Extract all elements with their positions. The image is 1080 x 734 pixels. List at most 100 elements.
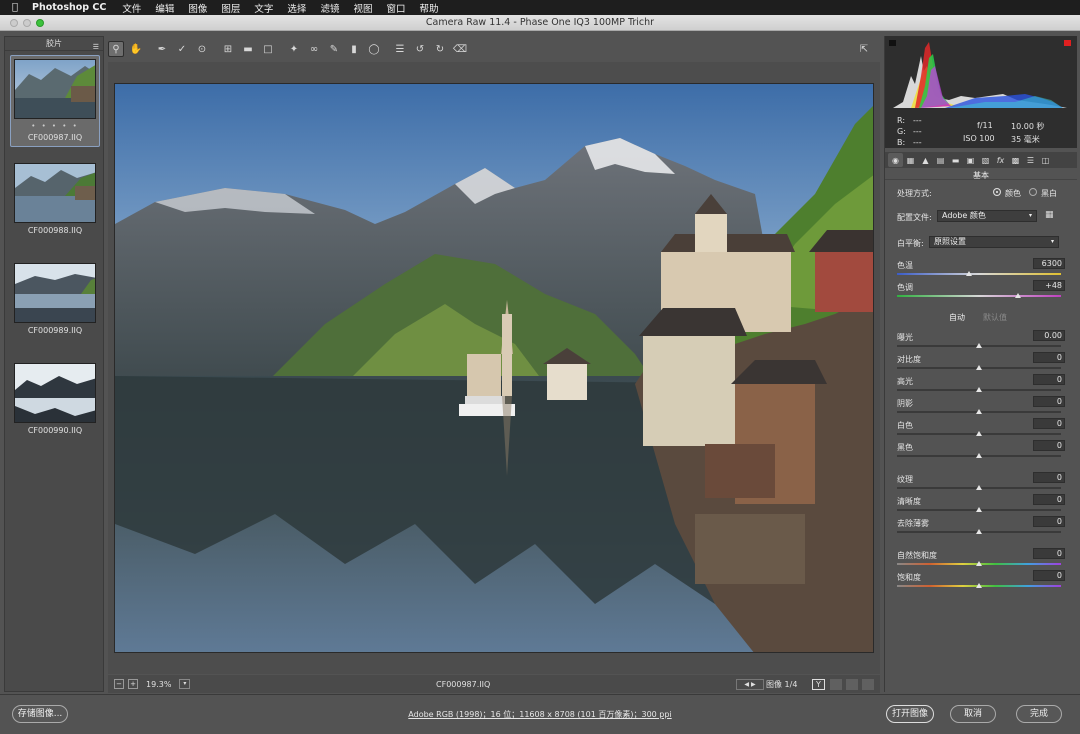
slider-track[interactable] xyxy=(897,583,1061,588)
fullscreen-icon[interactable]: ⇱ xyxy=(856,41,872,57)
slider-knob[interactable] xyxy=(976,583,982,588)
menu-select[interactable]: 选择 xyxy=(287,1,306,15)
zoom-out-button[interactable]: − xyxy=(114,679,124,689)
slider-track[interactable] xyxy=(897,343,1061,348)
prev-next-image-buttons[interactable]: ◀ ▶ xyxy=(736,678,764,690)
slider-track[interactable] xyxy=(897,365,1061,370)
slider-value-field[interactable]: +48 xyxy=(1033,280,1065,291)
red-eye-icon[interactable]: ∞ xyxy=(306,41,322,57)
transform-tool-icon[interactable]: □ xyxy=(260,41,276,57)
slider-track[interactable] xyxy=(897,271,1061,276)
filmstrip-menu-icon[interactable]: ☰ xyxy=(93,40,99,54)
tab-calibration-icon[interactable]: ▩ xyxy=(1008,153,1023,167)
image-canvas[interactable] xyxy=(108,62,880,674)
slider-value-field[interactable]: 0 xyxy=(1033,548,1065,559)
filmstrip-item[interactable]: • • • • • CF000987.IIQ xyxy=(10,55,100,147)
treatment-color-radio[interactable] xyxy=(993,188,1001,196)
slider-value-field[interactable]: 0 xyxy=(1033,472,1065,483)
slider-knob[interactable] xyxy=(976,485,982,490)
graduated-filter-icon[interactable]: ▮ xyxy=(346,41,362,57)
trash-icon[interactable]: ⌫ xyxy=(452,41,468,57)
menu-filter[interactable]: 滤镜 xyxy=(320,1,339,15)
tab-hsl-icon[interactable]: ▤ xyxy=(933,153,948,167)
slider-track[interactable] xyxy=(897,485,1061,490)
straighten-tool-icon[interactable]: ▬ xyxy=(240,41,256,57)
filmstrip-item[interactable]: CF000990.IIQ xyxy=(10,363,100,435)
copy-settings-icon[interactable] xyxy=(846,678,858,690)
apple-icon[interactable]:  xyxy=(12,2,18,13)
tab-basic-icon[interactable]: ◉ xyxy=(888,153,903,167)
crop-tool-icon[interactable]: ⊞ xyxy=(220,41,236,57)
menu-window[interactable]: 窗口 xyxy=(386,1,405,15)
slider-track[interactable] xyxy=(897,409,1061,414)
toggle-settings-icon[interactable] xyxy=(862,678,874,690)
slider-track[interactable] xyxy=(897,431,1061,436)
menu-image[interactable]: 图像 xyxy=(188,1,207,15)
tab-split-toning-icon[interactable]: ▬ xyxy=(948,153,963,167)
wb-dropdown[interactable]: 原照设置 ▾ xyxy=(929,236,1059,248)
swap-icon[interactable] xyxy=(830,678,842,690)
menu-view[interactable]: 视图 xyxy=(353,1,372,15)
tab-tone-curve-icon[interactable]: ▦ xyxy=(903,153,918,167)
done-button[interactable]: 完成 xyxy=(1016,705,1062,723)
slider-track[interactable] xyxy=(897,387,1061,392)
tab-lens-icon[interactable]: ▣ xyxy=(963,153,978,167)
slider-knob[interactable] xyxy=(976,453,982,458)
slider-knob[interactable] xyxy=(1015,293,1022,298)
slider-value-field[interactable]: 0 xyxy=(1033,570,1065,581)
menu-layer[interactable]: 图层 xyxy=(221,1,240,15)
treatment-bw-radio[interactable] xyxy=(1029,188,1037,196)
slider-track[interactable] xyxy=(897,529,1061,534)
slider-knob[interactable] xyxy=(976,365,982,370)
spot-removal-icon[interactable]: ✦ xyxy=(286,41,302,57)
rotate-right-icon[interactable]: ↻ xyxy=(432,41,448,57)
slider-knob[interactable] xyxy=(976,529,982,534)
slider-knob[interactable] xyxy=(976,431,982,436)
tab-effects-icon[interactable]: fx xyxy=(993,153,1008,167)
slider-knob[interactable] xyxy=(976,409,982,414)
tab-detail-icon[interactable]: ▲ xyxy=(918,153,933,167)
menu-file[interactable]: 文件 xyxy=(122,1,141,15)
zoom-in-button[interactable]: + xyxy=(128,679,138,689)
profile-dropdown[interactable]: Adobe 颜色 ▾ xyxy=(937,210,1037,222)
slider-track[interactable] xyxy=(897,561,1061,566)
slider-value-field[interactable]: 6300 xyxy=(1033,258,1065,269)
menu-type[interactable]: 文字 xyxy=(254,1,273,15)
slider-value-field[interactable]: 0 xyxy=(1033,440,1065,451)
tab-snapshots-icon[interactable]: ◫ xyxy=(1038,153,1053,167)
auto-button[interactable]: 自动 xyxy=(949,312,965,323)
radial-filter-icon[interactable]: ◯ xyxy=(366,41,382,57)
white-balance-tool-icon[interactable]: ✒ xyxy=(154,41,170,57)
slider-knob[interactable] xyxy=(976,343,982,348)
slider-value-field[interactable]: 0.00 xyxy=(1033,330,1065,341)
slider-value-field[interactable]: 0 xyxy=(1033,418,1065,429)
slider-knob[interactable] xyxy=(976,387,982,392)
slider-knob[interactable] xyxy=(976,561,982,566)
open-image-button[interactable]: 打开图像 xyxy=(886,705,934,723)
slider-track[interactable] xyxy=(897,507,1061,512)
app-menu[interactable]: Photoshop CC xyxy=(32,2,106,13)
default-button[interactable]: 默认值 xyxy=(983,312,1007,323)
menu-edit[interactable]: 编辑 xyxy=(155,1,174,15)
slider-value-field[interactable]: 0 xyxy=(1033,494,1065,505)
slider-track[interactable] xyxy=(897,293,1061,298)
highlight-clipping-icon[interactable] xyxy=(1064,40,1071,46)
tab-transform-icon[interactable]: ▧ xyxy=(978,153,993,167)
filmstrip-item[interactable]: CF000988.IIQ xyxy=(10,163,100,235)
slider-value-field[interactable]: 0 xyxy=(1033,516,1065,527)
targeted-adjustment-icon[interactable]: ⊙ xyxy=(194,41,210,57)
close-window-button[interactable] xyxy=(10,19,18,27)
preferences-icon[interactable]: ☰ xyxy=(392,41,408,57)
tab-presets-icon[interactable]: ☰ xyxy=(1023,153,1038,167)
zoom-dropdown-icon[interactable]: ▾ xyxy=(179,679,191,689)
color-sampler-icon[interactable]: ✓ xyxy=(174,41,190,57)
shadow-clipping-icon[interactable] xyxy=(889,40,896,46)
filmstrip-item[interactable]: CF000989.IIQ xyxy=(10,263,100,335)
adjustment-brush-icon[interactable]: ✎ xyxy=(326,41,342,57)
slider-value-field[interactable]: 0 xyxy=(1033,352,1065,363)
slider-knob[interactable] xyxy=(976,507,982,512)
cancel-button[interactable]: 取消 xyxy=(950,705,996,723)
slider-knob[interactable] xyxy=(966,271,973,276)
zoom-tool-icon[interactable]: ⚲ xyxy=(108,41,124,57)
hand-tool-icon[interactable]: ✋ xyxy=(128,41,144,57)
